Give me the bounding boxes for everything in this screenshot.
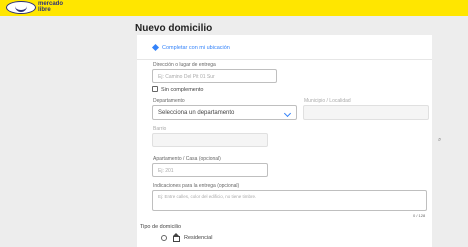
no-complement-checkbox[interactable] — [152, 86, 158, 92]
street-label: Dirección o lugar de entrega — [153, 62, 216, 68]
divider — [137, 59, 432, 60]
home-icon — [173, 233, 180, 242]
apartment-input[interactable]: Ej: 201 — [152, 163, 268, 177]
no-complement-label: Sin complemento — [161, 87, 204, 93]
address-form-card: Completar con mi ubicación Dirección o l… — [137, 35, 432, 247]
use-my-location-label: Completar con mi ubicación — [162, 45, 230, 51]
instructions-counter: 0 / 128 — [413, 213, 426, 218]
instructions-label: Indicaciones para la entrega (opcional) — [153, 183, 240, 189]
barrio-label: Barrio — [153, 126, 167, 132]
residential-radio[interactable] — [161, 235, 167, 241]
locality-select[interactable] — [303, 105, 429, 120]
instructions-textarea[interactable]: Ej: Entre calles, color del edificio, no… — [152, 190, 427, 211]
department-select[interactable]: Selecciona un departamento — [152, 105, 297, 120]
logo-text[interactable]: mercado libre — [38, 1, 68, 13]
address-type-label: Tipo de domicilio — [140, 224, 182, 230]
apartment-label: Apartamento / Casa (opcional) — [153, 156, 221, 162]
mercadolibre-logo-icon[interactable] — [6, 1, 36, 14]
location-icon — [151, 44, 160, 52]
chevron-down-icon — [283, 109, 292, 118]
street-placeholder: Ej: Camino Del Pit 01 Sur — [158, 74, 215, 80]
apartment-placeholder: Ej: 201 — [158, 168, 174, 174]
residential-label: Residencial — [184, 235, 213, 241]
barrio-input[interactable] — [152, 133, 268, 147]
instructions-placeholder: Ej: Entre calles, color del edificio, no… — [158, 194, 257, 199]
locality-label: Municipio / Localidad — [304, 98, 351, 104]
page-title: Nuevo domicilio — [135, 23, 213, 34]
department-value: Selecciona un departamento — [158, 110, 235, 116]
use-my-location-link[interactable]: Completar con mi ubicación — [151, 44, 230, 52]
street-input[interactable]: Ej: Camino Del Pit 01 Sur — [152, 69, 277, 83]
department-label: Departamento — [153, 98, 185, 104]
header-bar: mercado libre — [0, 0, 468, 16]
mouse-cursor-icon: ⌕ — [438, 137, 442, 143]
